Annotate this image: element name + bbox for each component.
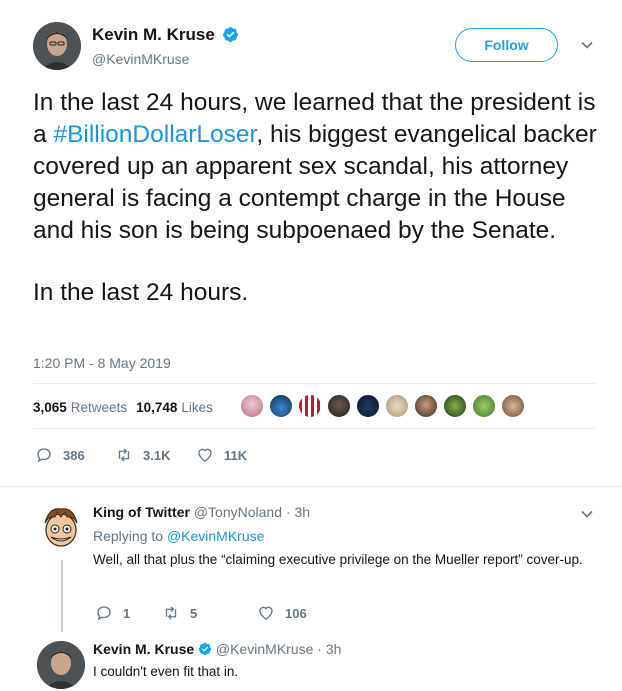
liker-avatar[interactable]	[356, 394, 380, 418]
reply-time[interactable]: 3h	[294, 504, 310, 520]
likes-label: Likes	[181, 400, 213, 415]
retweet-button[interactable]: 3.1K	[115, 446, 196, 464]
verified-badge-icon	[222, 26, 238, 42]
reply-actions: 1 5 106	[95, 604, 307, 622]
replying-to-label: Replying to	[93, 528, 164, 544]
likes-stat[interactable]: 10,748 Likes	[136, 400, 213, 415]
reply-author-name[interactable]: Kevin M. Kruse	[93, 641, 194, 657]
divider	[33, 383, 595, 384]
verified-badge-icon	[198, 642, 212, 655]
liker-avatar[interactable]	[298, 394, 322, 418]
like-button[interactable]: 106	[257, 604, 307, 622]
heart-icon	[198, 448, 212, 462]
tweet-paragraph-2: In the last 24 hours.	[33, 279, 249, 306]
reply-icon	[97, 606, 111, 621]
reply-button[interactable]: 1	[95, 604, 162, 622]
chevron-down-icon[interactable]	[580, 38, 594, 52]
liker-avatar[interactable]	[443, 394, 467, 418]
likers-avatars	[240, 394, 530, 418]
reply-avatar[interactable]	[37, 503, 85, 551]
liker-avatar[interactable]	[501, 394, 525, 418]
reply-icon	[37, 448, 51, 463]
tweet-actions: 386 3.1K 11K	[35, 446, 247, 464]
retweet-icon	[165, 606, 177, 620]
reply-author-handle[interactable]: @TonyNoland	[194, 504, 282, 520]
tweet-stats: 3,065 Retweets 10,748 Likes	[33, 400, 222, 415]
reply-dot: ·	[285, 504, 291, 520]
reply-avatar[interactable]	[37, 641, 85, 689]
reply-count: 1	[123, 605, 131, 621]
liker-avatar[interactable]	[327, 394, 351, 418]
reply-button[interactable]: 386	[35, 446, 115, 464]
author-name-text[interactable]: Kevin M. Kruse	[92, 25, 215, 44]
retweet-icon	[118, 448, 130, 462]
tweet-paragraph-1: In the last 24 hours, we learned that th…	[33, 87, 598, 247]
reply-time[interactable]: 3h	[326, 641, 342, 657]
reply-header: Kevin M. Kruse @KevinMKruse · 3h	[93, 641, 341, 657]
reply-count: 386	[63, 447, 85, 463]
replying-to-link[interactable]: @KevinMKruse	[167, 528, 264, 544]
liker-avatar[interactable]	[385, 394, 409, 418]
author-handle[interactable]: @KevinMKruse	[92, 51, 189, 67]
chevron-down-icon[interactable]	[580, 507, 594, 521]
reply-author-handle[interactable]: @KevinMKruse	[216, 641, 313, 657]
retweets-count: 3,065	[33, 400, 67, 415]
like-count: 106	[285, 605, 307, 621]
divider	[0, 486, 622, 487]
tweet-text: In the last 24 hours, we learned that th…	[33, 87, 598, 309]
author-name[interactable]: Kevin M. Kruse	[92, 25, 239, 45]
divider	[33, 428, 595, 429]
replying-to: Replying to @KevinMKruse	[93, 528, 264, 544]
author-avatar[interactable]	[33, 22, 81, 70]
hashtag-link[interactable]: #BillionDollarLoser	[53, 121, 256, 148]
tweet-timestamp[interactable]: 1:20 PM - 8 May 2019	[33, 355, 171, 371]
retweets-label: Retweets	[70, 400, 128, 415]
reply-dot: ·	[317, 641, 322, 657]
like-button[interactable]: 11K	[196, 446, 247, 464]
reply-author-name[interactable]: King of Twitter	[93, 504, 190, 520]
retweets-stat[interactable]: 3,065 Retweets	[33, 400, 127, 415]
liker-avatar[interactable]	[240, 394, 264, 418]
likes-count: 10,748	[136, 400, 178, 415]
retweet-count: 5	[190, 605, 198, 621]
liker-avatar[interactable]	[414, 394, 438, 418]
follow-button[interactable]: Follow	[455, 28, 558, 62]
thread-line	[61, 560, 63, 632]
liker-avatar[interactable]	[269, 394, 293, 418]
reply-text: I couldn't even fit that in.	[93, 664, 239, 679]
retweet-count: 3.1K	[143, 447, 171, 463]
retweet-button[interactable]: 5	[162, 604, 257, 622]
reply-header: King of Twitter @TonyNoland · 3h	[93, 504, 310, 520]
like-count: 11K	[224, 447, 248, 463]
liker-avatar[interactable]	[472, 394, 496, 418]
heart-icon	[259, 606, 273, 620]
reply-text: Well, all that plus the “claiming execut…	[93, 552, 583, 567]
